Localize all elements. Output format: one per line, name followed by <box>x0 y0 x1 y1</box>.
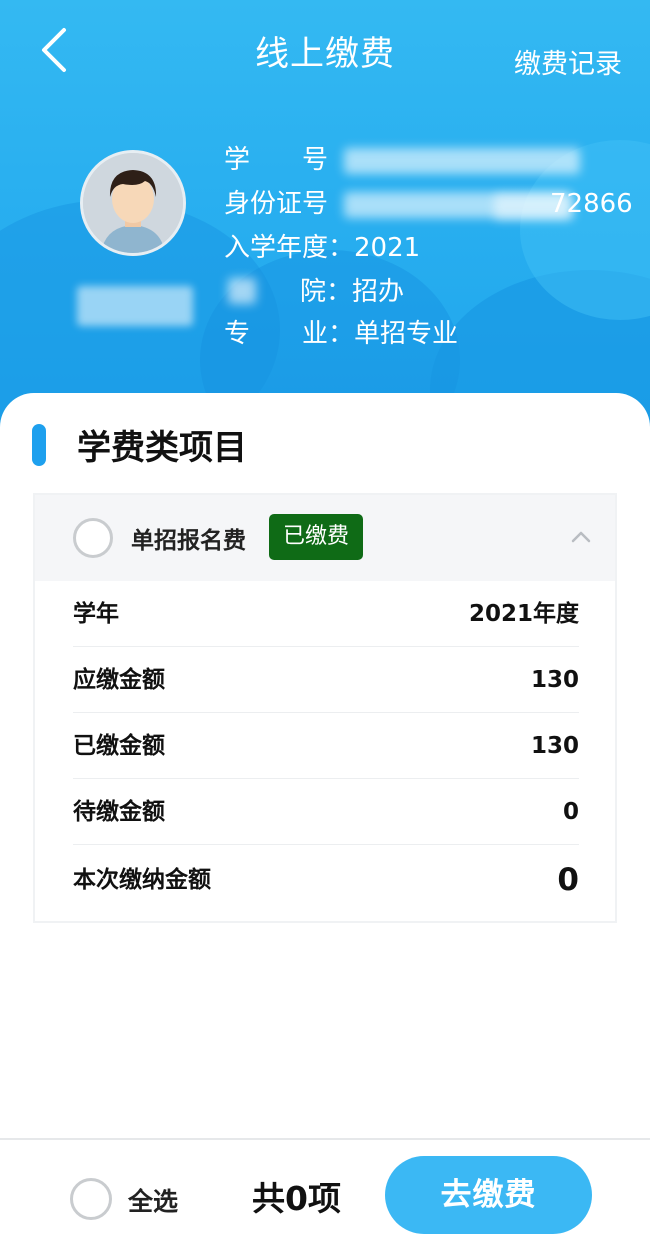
fee-row-label: 已缴金额 <box>73 733 165 759</box>
enroll-year-value: 2021 <box>354 233 421 263</box>
this-payment-amount[interactable]: 0 <box>557 847 579 913</box>
fee-row-year: 学年 2021年度 <box>73 581 579 647</box>
college-label: 院： <box>300 277 353 307</box>
select-all-label[interactable]: 全选 <box>128 1182 178 1218</box>
section-title: 学费类项目 <box>77 428 247 468</box>
pay-button[interactable]: 去缴费 <box>385 1156 592 1234</box>
major-value: 单招专业 <box>354 319 459 349</box>
major-label: 专 业： <box>224 319 355 349</box>
fee-item-card: 单招报名费 已缴费 学年 2021年度 应缴金额 130 已缴金额 130 待缴… <box>33 493 617 923</box>
id-card-value-row: 72866 <box>550 184 633 224</box>
fee-item-header[interactable]: 单招报名费 已缴费 <box>35 495 615 581</box>
fee-row-label: 本次缴纳金额 <box>73 867 211 893</box>
fee-row-due: 应缴金额 130 <box>73 647 579 713</box>
fee-row-label: 应缴金额 <box>73 667 165 693</box>
status-badge: 已缴费 <box>269 514 364 560</box>
fee-row-label: 待缴金额 <box>73 799 165 825</box>
fee-row-label: 学年 <box>73 601 119 627</box>
major-row: 专 业：单招专业 <box>224 314 458 354</box>
student-name-redacted <box>77 286 193 326</box>
id-card-row: 身份证号 <box>224 184 328 224</box>
fee-row-this-payment: 本次缴纳金额 0 <box>73 847 579 913</box>
selected-count: 共0项 <box>252 1179 341 1218</box>
fee-row-value: 0 <box>562 799 579 825</box>
college-value: 招办 <box>352 277 405 307</box>
college-row: 院：招办 <box>300 272 404 312</box>
college-label-redacted <box>228 278 256 304</box>
id-card-label: 身份证号 <box>224 189 329 219</box>
enroll-year-label: 入学年度： <box>224 233 355 263</box>
id-card-value: 72866 <box>550 189 633 219</box>
section-accent-bar <box>32 424 46 466</box>
payment-record-link[interactable]: 缴费记录 <box>514 42 622 81</box>
student-id-label: 学 号 <box>224 145 329 175</box>
select-all-checkbox[interactable] <box>70 1178 112 1220</box>
user-avatar-icon <box>83 153 183 253</box>
fee-row-value: 130 <box>530 667 579 693</box>
fee-row-value: 2021年度 <box>468 601 579 627</box>
student-id-row: 学 号 <box>224 140 336 180</box>
avatar <box>80 150 186 256</box>
fee-item-name: 单招报名费 <box>131 528 246 554</box>
fee-row-pending: 待缴金额 0 <box>73 779 579 845</box>
chevron-up-icon[interactable] <box>569 525 593 549</box>
enroll-year-row: 入学年度：2021 <box>224 228 420 268</box>
header-banner: 线上缴费 缴费记录 学 号 身份证号 72866 入学年度：2021 院：招办 … <box>0 0 650 440</box>
fee-row-value: 130 <box>530 733 579 759</box>
fee-row-paid: 已缴金额 130 <box>73 713 579 779</box>
bottom-action-bar: 全选 共0项 去缴费 <box>0 1138 650 1254</box>
fee-item-checkbox[interactable] <box>73 518 113 558</box>
student-id-redacted <box>344 148 580 174</box>
